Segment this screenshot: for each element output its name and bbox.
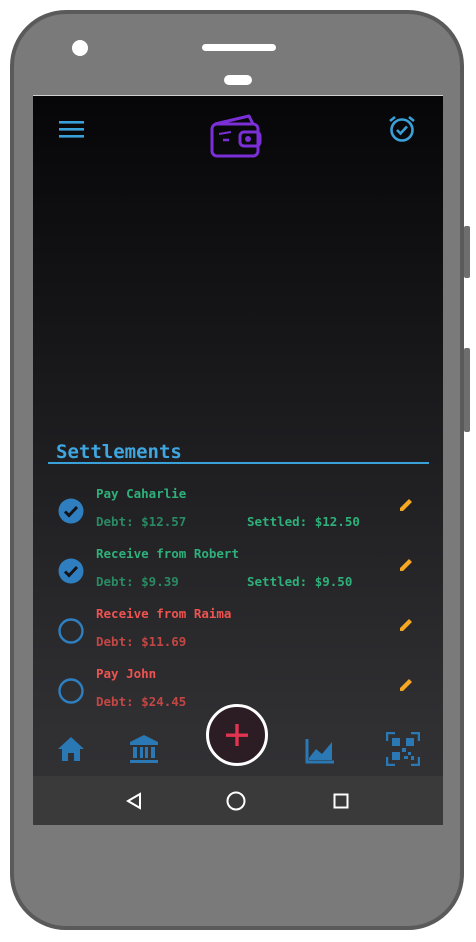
settlement-row[interactable]: Receive from Raima Debt: $11.69 (33, 606, 443, 662)
unchecked-circle-icon[interactable] (58, 618, 84, 644)
chart-icon[interactable] (305, 738, 335, 764)
wallet-logo-icon (210, 114, 262, 158)
checked-circle-icon[interactable] (58, 498, 84, 524)
settlement-name: Pay Caharlie (96, 486, 187, 501)
earpiece-speaker (202, 44, 276, 51)
home-circle-icon[interactable] (226, 791, 246, 811)
pencil-edit-icon[interactable] (397, 616, 415, 634)
section-divider (48, 462, 429, 464)
system-navigation-bar (33, 776, 443, 825)
alarm-clock-check-icon[interactable] (387, 114, 417, 144)
unchecked-circle-icon[interactable] (58, 678, 84, 704)
pencil-edit-icon[interactable] (397, 556, 415, 574)
qr-code-icon[interactable] (386, 732, 420, 766)
hamburger-menu-icon[interactable] (59, 118, 85, 140)
settlement-debt: Debt: $24.45 (96, 694, 187, 709)
settlement-name: Receive from Robert (96, 546, 239, 561)
settlement-debt: Debt: $12.57 (96, 514, 187, 529)
settlement-debt: Debt: $9.39 (96, 574, 179, 589)
recents-square-icon[interactable] (333, 793, 349, 809)
settlement-settled: Settled: $9.50 (247, 574, 353, 589)
app-bar (33, 96, 443, 176)
back-triangle-icon[interactable] (125, 792, 143, 810)
bank-icon[interactable] (129, 734, 159, 764)
settlement-debt: Debt: $11.69 (96, 634, 187, 649)
home-icon[interactable] (57, 736, 85, 762)
checked-circle-icon[interactable] (58, 558, 84, 584)
settlement-row[interactable]: Pay Caharlie Debt: $12.57 Settled: $12.5… (33, 486, 443, 542)
pencil-edit-icon[interactable] (397, 676, 415, 694)
pencil-edit-icon[interactable] (397, 496, 415, 514)
proximity-sensor (224, 75, 252, 85)
add-settlement-button[interactable] (206, 704, 268, 766)
power-button (464, 226, 470, 278)
settlement-row[interactable]: Receive from Robert Debt: $9.39 Settled:… (33, 546, 443, 602)
settlement-settled: Settled: $12.50 (247, 514, 360, 529)
settlements-title: Settlements (56, 441, 182, 463)
settlement-name: Pay John (96, 666, 157, 681)
volume-button (464, 348, 470, 432)
settlement-name: Receive from Raima (96, 606, 232, 621)
add-icon (226, 724, 248, 746)
app-screen: Settlements Pay Caharlie Debt: $12.57 Se… (33, 95, 443, 825)
front-camera (72, 40, 88, 56)
